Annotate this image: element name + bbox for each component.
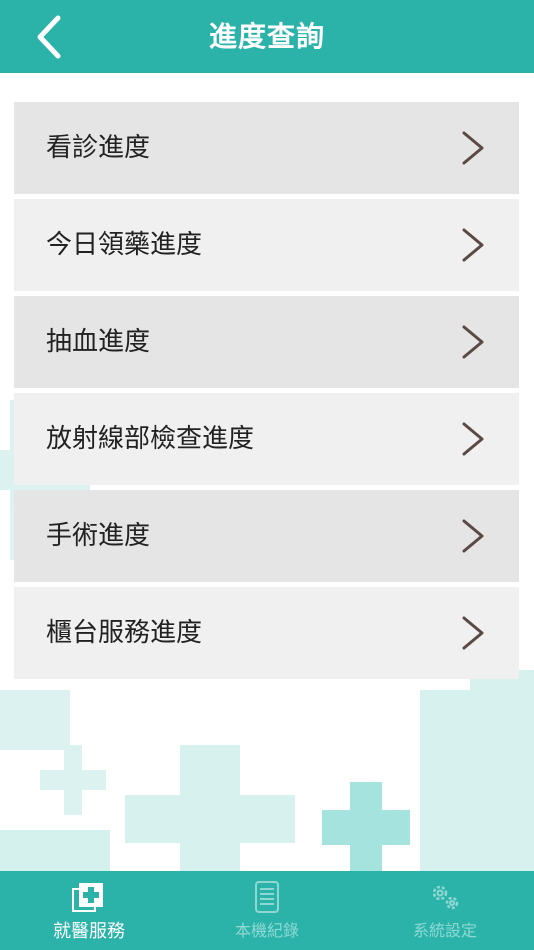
medical-cross-icon [72, 883, 103, 912]
menu-item-blood-draw-progress[interactable]: 抽血進度 [14, 296, 519, 388]
chevron-right-icon [462, 616, 484, 650]
chevron-right-icon [462, 131, 484, 165]
menu-item-radiology-progress[interactable]: 放射線部檢查進度 [14, 393, 519, 485]
tab-label: 就醫服務 [53, 921, 125, 942]
menu-item-label: 放射線部檢查進度 [46, 424, 255, 454]
menu-item-counter-service-progress[interactable]: 櫃台服務進度 [14, 587, 519, 679]
menu-item-surgery-progress[interactable]: 手術進度 [14, 490, 519, 582]
tab-local-records[interactable]: 本機紀錄 [178, 871, 356, 950]
record-list-icon [255, 881, 279, 913]
page-title: 進度查詢 [208, 20, 325, 53]
tab-label: 系統設定 [412, 921, 477, 940]
progress-menu-list: 看診進度 今日領藥進度 抽血進度 放射線部檢查進度 手術進度 櫃台服務進度 [14, 102, 519, 684]
menu-item-medication-progress[interactable]: 今日領藥進度 [14, 199, 519, 291]
menu-item-label: 今日領藥進度 [46, 230, 203, 260]
menu-item-label: 抽血進度 [46, 327, 151, 357]
gears-icon [432, 885, 459, 910]
chevron-right-icon [462, 228, 484, 262]
chevron-right-icon [462, 325, 484, 359]
chevron-right-icon [462, 519, 484, 553]
top-navigation-bar: 進度查詢 [0, 0, 534, 73]
chevron-right-icon [462, 422, 484, 456]
menu-item-label: 看診進度 [46, 133, 151, 163]
menu-item-label: 手術進度 [46, 521, 151, 551]
tab-medical-services[interactable]: 就醫服務 [0, 871, 178, 950]
menu-item-label: 櫃台服務進度 [46, 618, 203, 648]
menu-item-consultation-progress[interactable]: 看診進度 [14, 102, 519, 194]
tab-label: 本機紀錄 [234, 921, 299, 940]
tab-system-settings[interactable]: 系統設定 [356, 871, 534, 950]
bottom-tab-bar: 就醫服務 本機紀錄 系統設定 [0, 871, 534, 950]
